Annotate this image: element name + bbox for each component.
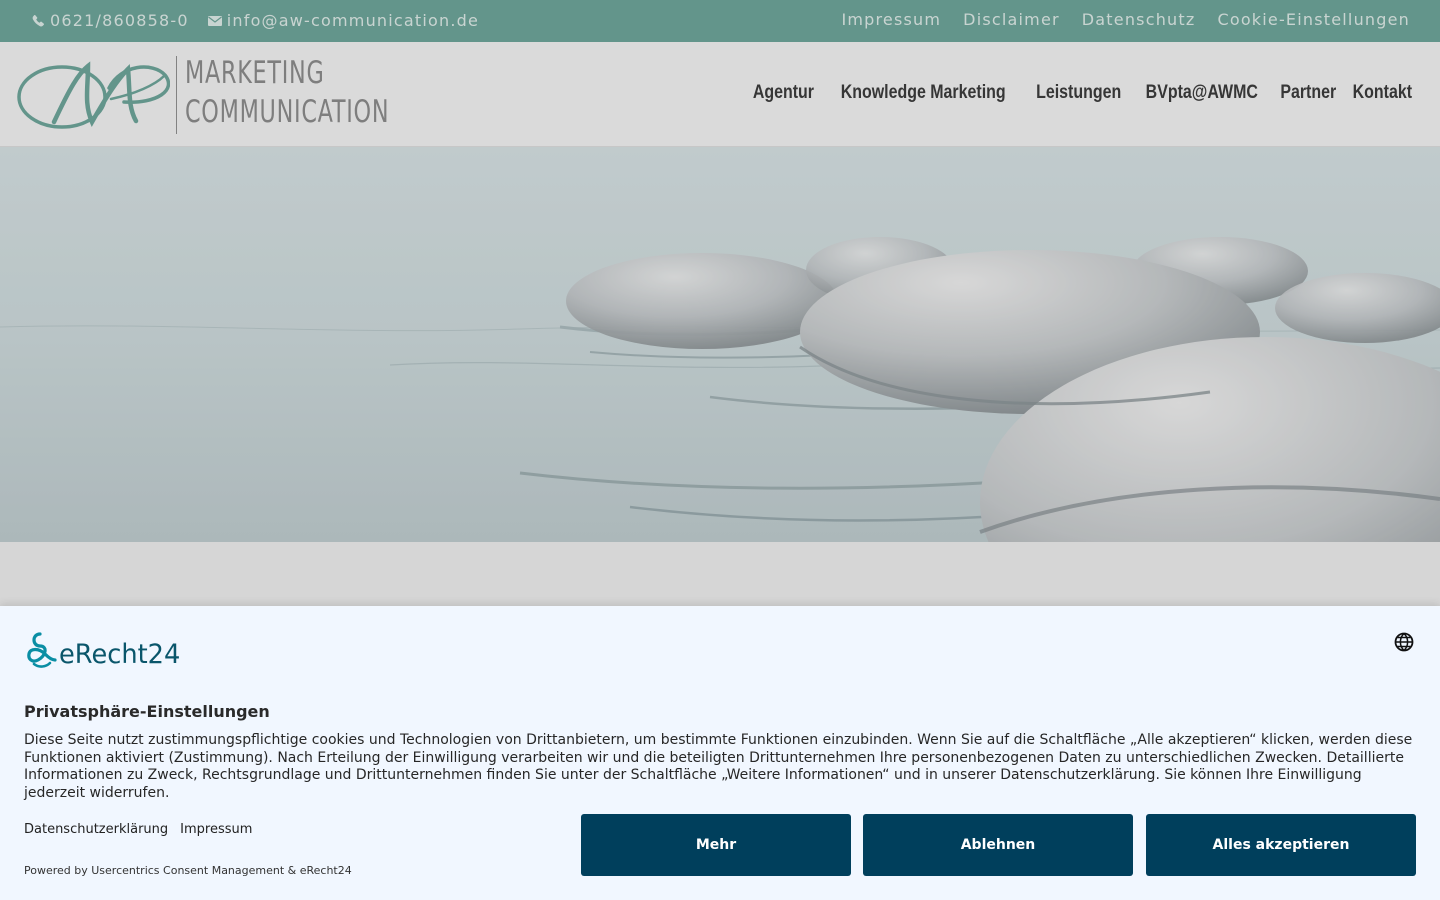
erecht24-logo: eRecht24 <box>24 630 187 670</box>
more-button[interactable]: Mehr <box>581 814 851 876</box>
privacy-policy-link[interactable]: Datenschutzerklärung <box>24 822 168 837</box>
impressum-consent-link[interactable]: Impressum <box>180 822 252 837</box>
brand-logo[interactable]: MARKETING COMMUNICATION <box>16 54 411 136</box>
zen-stones-in-water-image <box>0 147 1440 542</box>
email-address: info@aw-communication.de <box>226 11 480 30</box>
consent-title: Privatsphäre-Einstellungen <box>24 702 270 721</box>
brand-line-marketing: MARKETING <box>185 55 325 91</box>
cookie-settings-link[interactable]: Cookie-Einstellungen <box>1217 10 1410 29</box>
nav-agentur[interactable]: Agentur <box>752 82 813 104</box>
powered-by-text: Powered by Usercentrics Consent Manageme… <box>24 864 352 877</box>
phone-number: 0621/860858-0 <box>50 11 189 30</box>
brand-line-communication: COMMUNICATION <box>185 94 390 130</box>
nav-leistungen[interactable]: Leistungen <box>1036 82 1121 104</box>
phone-contact[interactable]: 0621/860858-0 <box>30 11 189 30</box>
globe-icon[interactable] <box>1394 632 1414 652</box>
phone-icon <box>32 14 45 26</box>
contact-info: 0621/860858-0 info@aw-communication.de <box>30 11 479 30</box>
nav-partner[interactable]: Partner <box>1280 82 1336 104</box>
brand-wordmark: MARKETING COMMUNICATION <box>185 54 389 132</box>
consent-description: Diese Seite nutzt zustimmungspflichtige … <box>24 732 1413 802</box>
top-contact-bar: 0621/860858-0 info@aw-communication.de I… <box>0 0 1440 42</box>
nav-knowledge-marketing[interactable]: Knowledge Marketing <box>841 82 1006 104</box>
disclaimer-link[interactable]: Disclaimer <box>963 10 1060 29</box>
datenschutz-link[interactable]: Datenschutz <box>1082 10 1196 29</box>
email-icon <box>207 15 222 26</box>
consent-actions: Mehr Ablehnen Alles akzeptieren <box>581 814 1416 876</box>
impressum-link[interactable]: Impressum <box>841 10 941 29</box>
logo-divider <box>176 56 177 134</box>
site-header: MARKETING COMMUNICATION Agentur Knowledg… <box>0 42 1440 147</box>
utility-links: Impressum Disclaimer Datenschutz Cookie-… <box>841 10 1410 29</box>
email-contact[interactable]: info@aw-communication.de <box>207 11 479 30</box>
decline-button[interactable]: Ablehnen <box>863 814 1133 876</box>
erecht24-logo-mark-icon <box>27 632 57 668</box>
main-navigation: Agentur Knowledge Marketing Leistungen B… <box>752 82 1412 104</box>
accept-all-button[interactable]: Alles akzeptieren <box>1146 814 1416 876</box>
nav-bvpta-awmc[interactable]: BVpta@AWMC <box>1146 82 1258 104</box>
aw-monogram-logo <box>17 61 170 129</box>
consent-links: Datenschutzerklärung Impressum <box>24 822 252 837</box>
nav-kontakt[interactable]: Kontakt <box>1353 82 1412 104</box>
hero-banner <box>0 147 1440 542</box>
cookie-consent-banner: eRecht24 Privatsphäre-Einstellungen Dies… <box>0 606 1440 900</box>
content-area <box>0 542 1440 606</box>
erecht24-logo-text: eRecht24 <box>59 639 181 670</box>
